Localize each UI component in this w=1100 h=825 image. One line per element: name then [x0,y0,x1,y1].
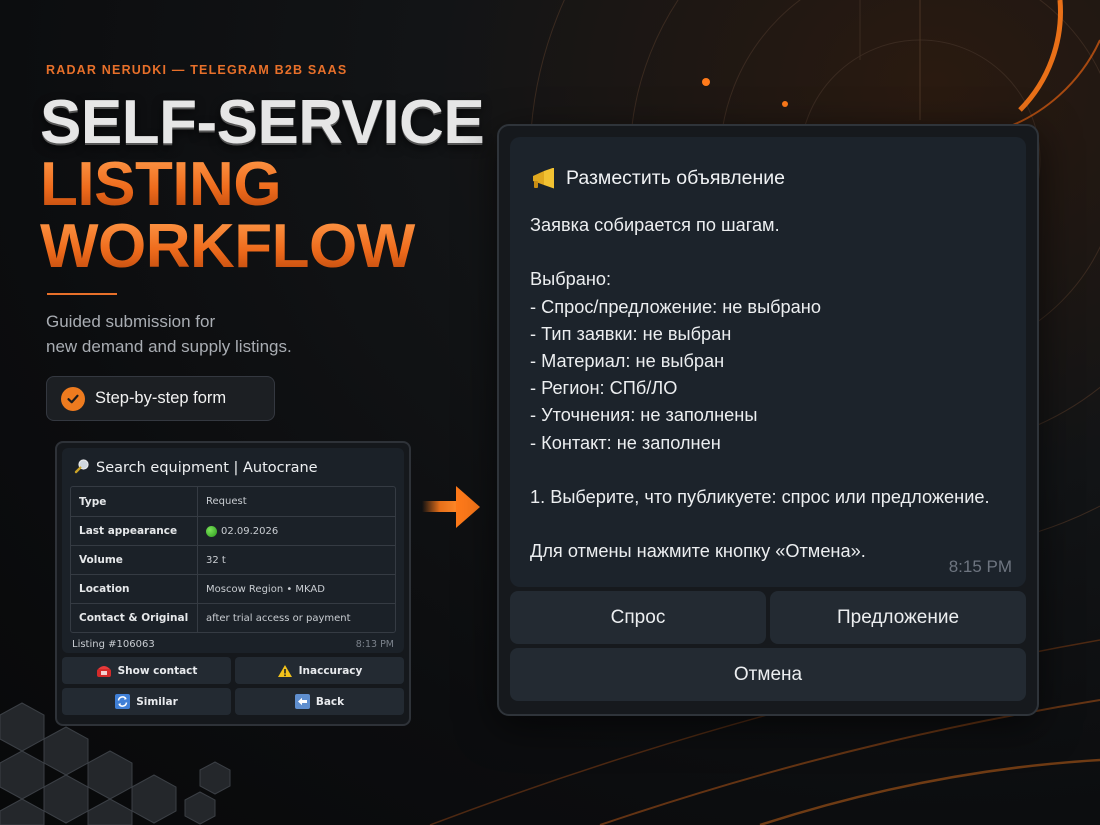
offer-button[interactable]: Предложение [770,591,1026,644]
divider [47,293,117,295]
bot-buttons-row-2: Отмена [510,648,1026,701]
listing-buttons: Show contact Inaccuracy Similar Back [62,657,404,715]
listing-message: Search equipment | Autocrane Type Reques… [62,448,404,653]
megaphone-icon [530,167,558,190]
check-circle-icon [61,386,85,411]
back-label: Back [315,695,345,708]
inaccuracy-button[interactable]: Inaccuracy [235,657,404,684]
table-value: 02.09.2026 [221,525,279,537]
bot-message-cancel-hint: Для отмены нажмите кнопку «Отмена». [530,541,866,562]
table-row: Volume 32 t [71,545,395,574]
listing-id: Listing #106063 [72,639,155,650]
message-time: 8:13 PM [355,639,394,650]
green-dot-icon [206,525,217,537]
bot-message-step: 1. Выберите, что публикуете: спрос или п… [530,487,990,507]
table-value: Request [206,496,247,507]
listing-table: Type Request Last appearance 02.09.2026 … [70,486,396,633]
table-key: Contact & Original [71,604,198,632]
inaccuracy-label: Inaccuracy [298,664,363,677]
table-row: Type Request [71,487,395,516]
bot-message-card: Разместить объявление Заявка собирается … [497,124,1039,716]
warning-icon [277,664,293,678]
bot-message-title-row: Разместить объявление [530,167,1008,190]
magnifier-icon [74,458,90,478]
listing-footer: Listing #106063 8:13 PM [70,639,396,650]
back-arrow-icon [294,694,310,709]
flow-arrow-icon [422,486,480,528]
table-value-cell: 02.09.2026 [198,525,279,537]
cancel-button[interactable]: Отмена [510,648,1026,701]
table-value: after trial access or payment [206,612,351,624]
table-key: Type [71,487,198,516]
bot-buttons-row-1: Спрос Предложение [510,591,1026,644]
headline: SELF-SERVICE LISTING WORKFLOW [40,88,485,278]
telephone-icon [96,664,112,678]
bot-message-item: - Уточнения: не заполнены [530,405,758,426]
feature-pill-label: Step-by-step form [95,389,227,407]
bot-message-item: - Контакт: не заполнен [530,432,721,453]
table-key: Last appearance [71,517,198,545]
subtitle-line-1: Guided submission for [46,312,216,331]
table-row: Last appearance 02.09.2026 [71,516,395,545]
bot-message-item: - Спрос/предложение: не выбрано [530,296,821,317]
show-contact-button[interactable]: Show contact [62,657,231,684]
table-value: 32 t [206,554,226,566]
similar-label: Similar [136,695,178,708]
message-time: 8:15 PM [948,557,1012,576]
headline-line-1: SELF-SERVICE [40,88,485,157]
show-contact-label: Show contact [117,664,198,677]
subtitle-line-2: new demand and supply listings. [46,337,292,356]
listing-card: Search equipment | Autocrane Type Reques… [55,441,411,726]
table-key: Location [71,575,198,603]
feature-pill: Step-by-step form [46,376,275,421]
bot-message-intro: Заявка собирается по шагам. [530,215,780,235]
eyebrow-label: RADAR NERUDKI — TELEGRAM B2B SAAS [46,63,348,77]
subtitle: Guided submission for new demand and sup… [46,309,366,359]
table-row: Contact & Original after trial access or… [71,603,395,632]
repeat-icon [115,694,131,709]
bot-message-item: - Тип заявки: не выбран [530,323,732,344]
demand-button[interactable]: Спрос [510,591,766,644]
bot-message-title: Разместить объявление [566,167,786,189]
table-row: Location Moscow Region • MKAD [71,574,395,603]
bot-message-selected-label: Выбрано: [530,269,612,290]
table-value: Moscow Region • MKAD [206,583,325,595]
listing-title: Search equipment | Autocrane [96,460,318,476]
bot-message: Разместить объявление Заявка собирается … [510,137,1026,587]
similar-button[interactable]: Similar [62,688,231,715]
headline-line-2: LISTING [40,154,484,216]
bot-message-item: - Регион: СПб/ЛО [530,378,678,399]
table-key: Volume [71,546,198,574]
bot-message-item: - Материал: не выбран [530,351,725,371]
back-button[interactable]: Back [235,688,404,715]
listing-title-row: Search equipment | Autocrane [74,458,396,478]
headline-line-3: WORKFLOW [40,216,484,278]
